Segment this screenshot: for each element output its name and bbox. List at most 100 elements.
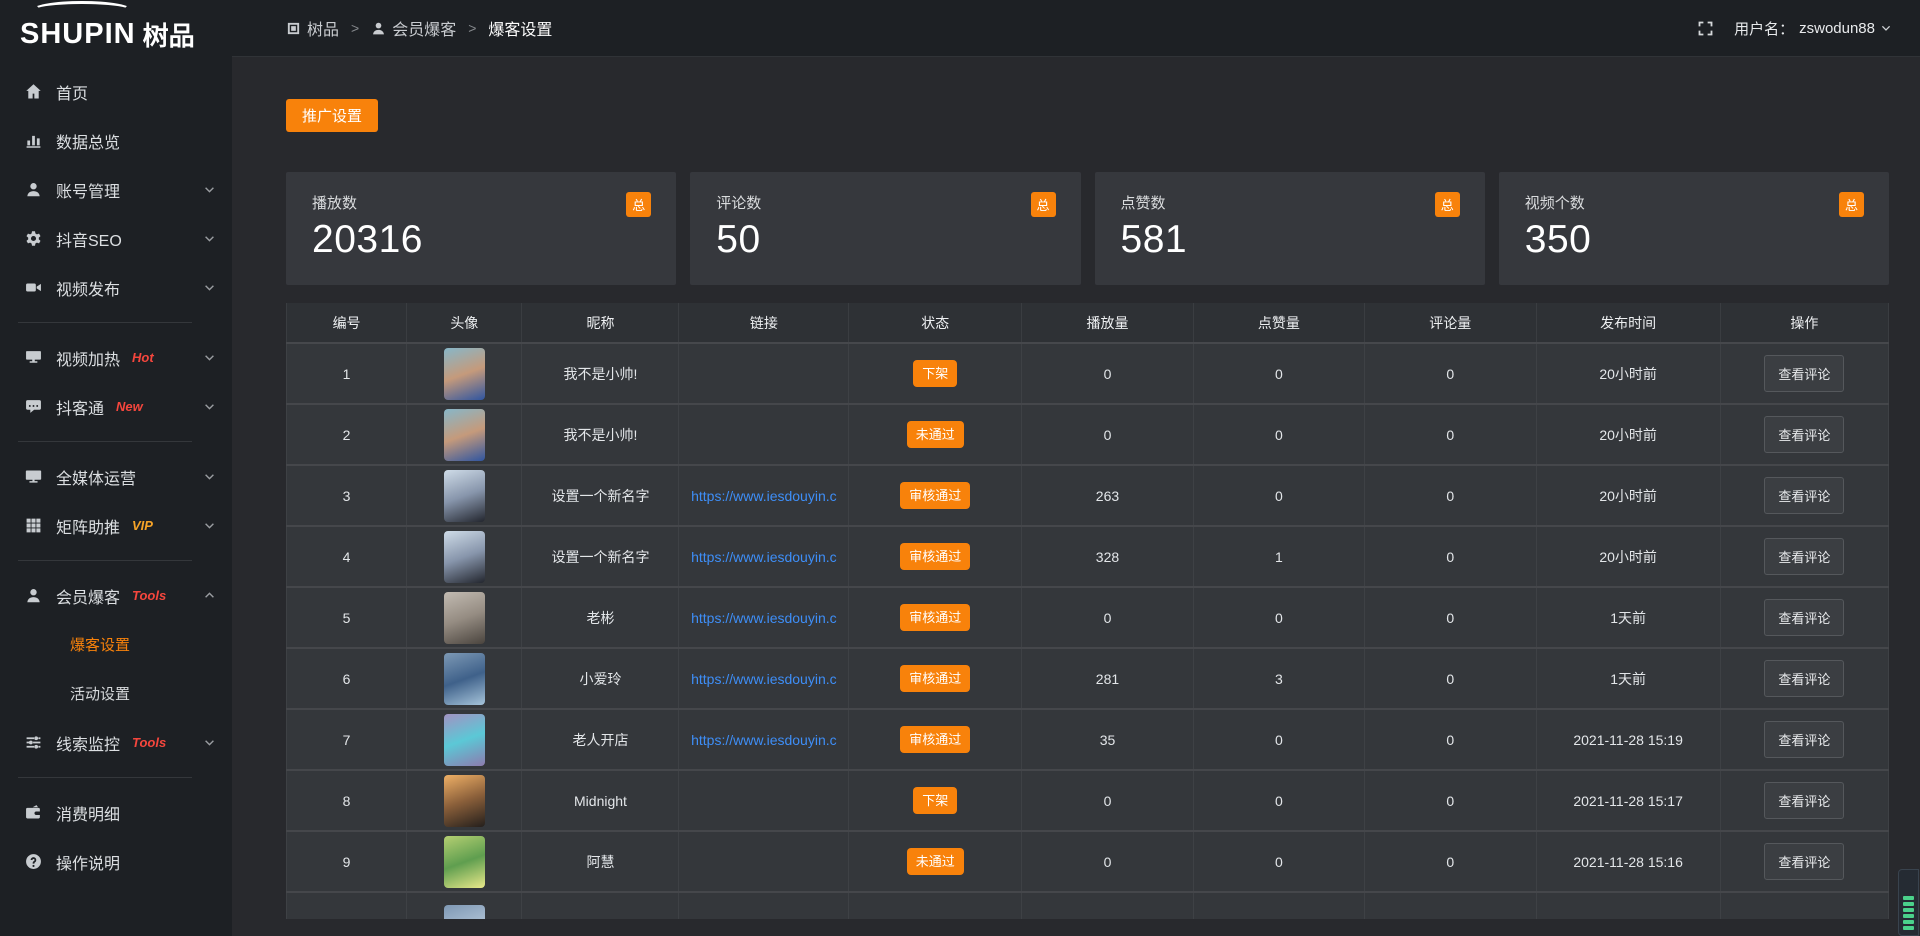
comments-cell: 0 [1365, 648, 1536, 709]
stat-card-label: 点赞数 [1121, 192, 1459, 213]
status-badge: 审核通过 [900, 665, 970, 692]
partial-cell [849, 892, 1022, 919]
row-number-cell: 7 [287, 709, 407, 770]
user-icon [25, 181, 42, 198]
breadcrumb-label: 会员爆客 [392, 16, 456, 40]
video-link[interactable]: https://www.iesdouyin.c [691, 671, 837, 687]
row-number-cell: 9 [287, 831, 407, 892]
sidebar-item-matrix-boost[interactable]: 矩阵助推VIP [0, 501, 232, 550]
breadcrumb-current[interactable]: 爆客设置 [488, 16, 552, 40]
breadcrumb: 树品>会员爆客>爆客设置 [286, 16, 552, 40]
header-right: 用户名： zswodun88 [1697, 18, 1892, 39]
view-comments-button[interactable]: 查看评论 [1764, 416, 1844, 453]
table-row: 2我不是小帅!未通过00020小时前查看评论 [287, 404, 1889, 465]
sidebar-item-douketong[interactable]: 抖客通New [0, 382, 232, 431]
avatar [444, 775, 485, 827]
floating-widget[interactable] [1898, 869, 1919, 936]
view-comments-button[interactable]: 查看评论 [1764, 660, 1844, 697]
stat-card-comments: 评论数50总 [690, 172, 1080, 285]
grid-icon [25, 517, 42, 534]
likes-cell: 0 [1193, 343, 1364, 404]
view-comments-button[interactable]: 查看评论 [1764, 721, 1844, 758]
sidebar-item-home[interactable]: 首页 [0, 67, 232, 116]
action-cell: 查看评论 [1720, 587, 1888, 648]
video-link[interactable]: https://www.iesdouyin.c [691, 610, 837, 626]
nickname-cell: 老人开店 [522, 709, 679, 770]
likes-cell: 0 [1193, 831, 1364, 892]
view-comments-button[interactable]: 查看评论 [1764, 599, 1844, 636]
likes-cell: 0 [1193, 587, 1364, 648]
sidebar-item-label: 抖音SEO [56, 227, 122, 251]
avatar [444, 348, 485, 400]
status-cell: 审核通过 [849, 648, 1022, 709]
breadcrumb-label: 爆客设置 [488, 16, 552, 40]
promotion-settings-button[interactable]: 推广设置 [286, 99, 378, 132]
view-comments-button[interactable]: 查看评论 [1764, 538, 1844, 575]
fullscreen-icon[interactable] [1697, 20, 1714, 37]
column-header: 昵称 [522, 303, 679, 343]
publish-time-cell: 20小时前 [1536, 343, 1720, 404]
status-cell: 审核通过 [849, 526, 1022, 587]
stat-card-label: 评论数 [716, 192, 1054, 213]
view-comments-button[interactable]: 查看评论 [1764, 477, 1844, 514]
action-cell: 查看评论 [1720, 526, 1888, 587]
view-comments-button[interactable]: 查看评论 [1764, 355, 1844, 392]
sidebar-item-member-baoke[interactable]: 会员爆客Tools [0, 571, 232, 620]
status-badge: 审核通过 [900, 604, 970, 631]
table-header-row: 编号头像昵称链接状态播放量点赞量评论量发布时间操作 [287, 303, 1889, 343]
comments-cell: 0 [1365, 831, 1536, 892]
sidebar-item-label: 活动设置 [70, 683, 130, 704]
nickname-cell: 我不是小帅! [522, 343, 679, 404]
sidebar-divider [18, 441, 192, 442]
video-link[interactable]: https://www.iesdouyin.c [691, 488, 837, 504]
monitor-icon [25, 468, 42, 485]
view-comments-button[interactable]: 查看评论 [1764, 843, 1844, 880]
likes-cell: 0 [1193, 770, 1364, 831]
video-link[interactable]: https://www.iesdouyin.c [691, 732, 837, 748]
row-number-cell: 3 [287, 465, 407, 526]
status-cell: 未通过 [849, 831, 1022, 892]
sidebar-item-data-overview[interactable]: 数据总览 [0, 116, 232, 165]
view-comments-button[interactable]: 查看评论 [1764, 782, 1844, 819]
sidebar-item-badge: Tools [132, 588, 166, 603]
plays-cell: 35 [1022, 709, 1193, 770]
video-link[interactable]: https://www.iesdouyin.c [691, 549, 837, 565]
plays-cell: 0 [1022, 831, 1193, 892]
chevron-down-icon [203, 281, 216, 294]
breadcrumb-member-baoke[interactable]: 会员爆客 [371, 16, 456, 40]
chevron-up-icon [203, 589, 216, 602]
sidebar-item-video-publish[interactable]: 视频发布 [0, 263, 232, 312]
plays-cell: 0 [1022, 587, 1193, 648]
video-table: 编号头像昵称链接状态播放量点赞量评论量发布时间操作 1我不是小帅!下架00020… [286, 303, 1889, 919]
sidebar-item-all-media-operation[interactable]: 全媒体运营 [0, 452, 232, 501]
chat-icon [25, 398, 42, 415]
nickname-cell: 设置一个新名字 [522, 526, 679, 587]
plays-cell: 0 [1022, 404, 1193, 465]
sidebar-item-clue-monitoring[interactable]: 线索监控Tools [0, 718, 232, 767]
sidebar-subitem-activity-settings[interactable]: 活动设置 [0, 669, 232, 718]
action-cell: 查看评论 [1720, 465, 1888, 526]
nickname-cell: 设置一个新名字 [522, 465, 679, 526]
sidebar-item-label: 视频发布 [56, 276, 120, 300]
publish-time-cell: 2021-11-28 15:17 [1536, 770, 1720, 831]
status-cell: 下架 [849, 770, 1022, 831]
status-badge: 下架 [913, 787, 957, 814]
nickname-cell: 小爱玲 [522, 648, 679, 709]
user-menu[interactable]: 用户名： zswodun88 [1734, 18, 1892, 39]
question-icon [25, 853, 42, 870]
likes-cell: 0 [1193, 709, 1364, 770]
sidebar-item-account-management[interactable]: 账号管理 [0, 165, 232, 214]
avatar-cell [407, 831, 522, 892]
nickname-cell: 我不是小帅! [522, 404, 679, 465]
column-header: 链接 [679, 303, 849, 343]
chevron-down-icon [203, 183, 216, 196]
sidebar-item-douyin-seo[interactable]: 抖音SEO [0, 214, 232, 263]
sidebar-item-badge: VIP [132, 518, 153, 533]
avatar [444, 905, 485, 919]
sidebar-item-operation-guide[interactable]: 操作说明 [0, 837, 232, 886]
link-cell [679, 770, 849, 831]
sidebar-item-consumption-details[interactable]: 消费明细 [0, 788, 232, 837]
sidebar-item-video-heating[interactable]: 视频加热Hot [0, 333, 232, 382]
sidebar-subitem-baoke-settings[interactable]: 爆客设置 [0, 620, 232, 669]
breadcrumb-app[interactable]: 树品 [286, 16, 339, 40]
